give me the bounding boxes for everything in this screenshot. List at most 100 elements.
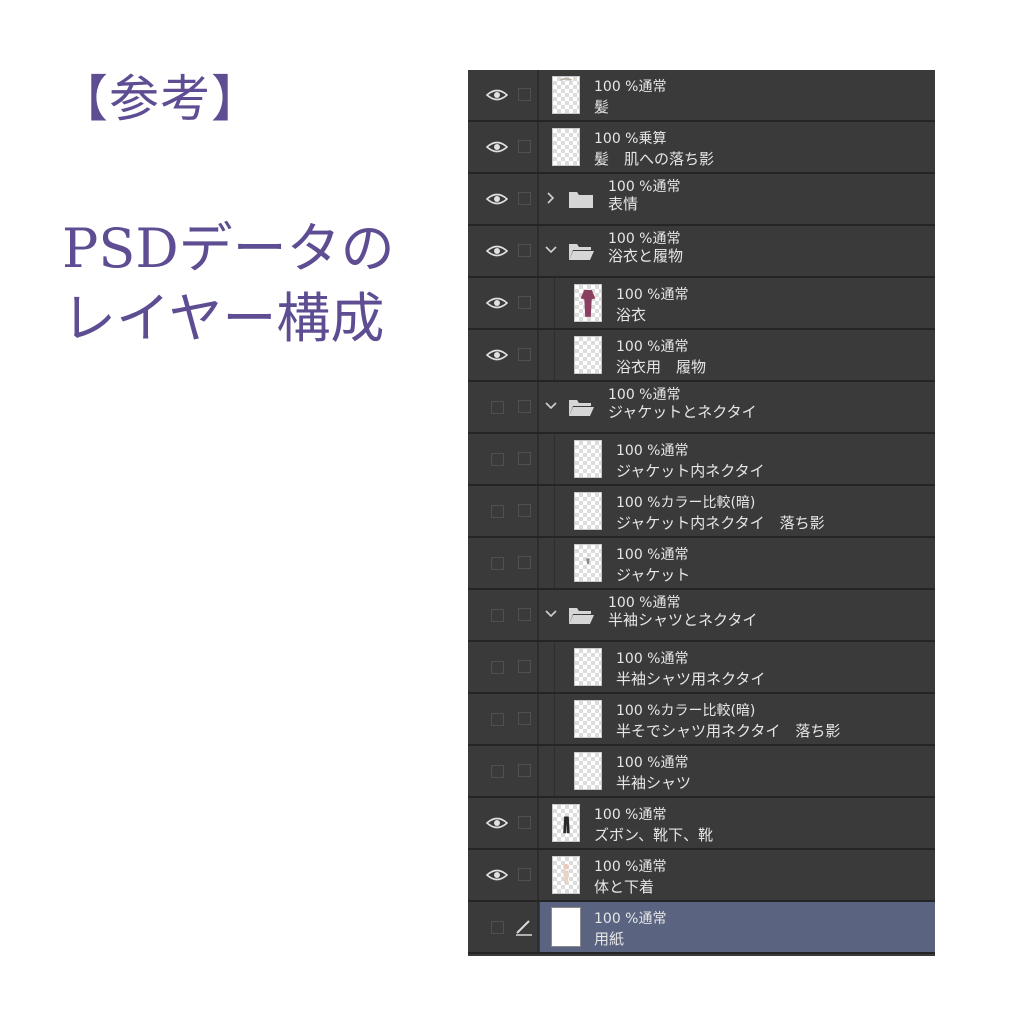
hidden-checkbox[interactable] [490,504,504,518]
layer-content[interactable]: 100 %乗算髪 肌への落ち影 [540,122,935,172]
reference-heading: 【参考】 [58,70,262,128]
lock-checkbox[interactable] [518,348,531,361]
layer-content[interactable]: 100 %通常 半袖シャツ [540,746,935,796]
column-divider [537,122,539,172]
visibility-toggle[interactable] [480,382,514,432]
lock-checkbox[interactable] [518,764,531,777]
layer-thumbnail [574,440,602,478]
layer-content[interactable]: 100 %通常 浴衣 [540,278,935,328]
layer-thumbnail [574,752,602,790]
chevron-down-icon[interactable] [544,606,558,622]
lock-checkbox[interactable] [518,868,531,881]
layer-row[interactable]: 100 %通常 ズボン、靴下、靴 [468,798,935,850]
hidden-checkbox[interactable] [490,608,504,622]
column-divider [537,226,539,276]
layer-folder-row[interactable]: 100 %通常 半袖シャツとネクタイ [468,590,935,642]
column-divider [537,70,539,120]
hidden-checkbox[interactable] [490,764,504,778]
layer-blend-mode: 100 %通常 [594,807,667,823]
lock-checkbox[interactable] [518,556,531,569]
layer-content[interactable]: 100 %通常 浴衣用 履物 [540,330,935,380]
layer-content[interactable]: 100 %通常 表情 [540,174,935,224]
visibility-toggle[interactable] [480,798,514,848]
layer-row[interactable]: 100 %通常 用紙 [468,902,935,954]
layer-row[interactable]: 100 %通常 半袖シャツ [468,746,935,798]
layer-name: ジャケットとネクタイ [608,403,757,421]
title-line-1: PSDデータの [62,217,395,280]
visibility-toggle[interactable] [480,538,514,588]
visibility-toggle[interactable] [480,330,514,380]
visibility-toggle[interactable] [480,590,514,640]
layer-row[interactable]: 100 %通常 浴衣用 履物 [468,330,935,382]
layer-name: ジャケット内ネクタイ 落ち影 [616,514,825,532]
folder-thumbnail [568,604,594,626]
visibility-toggle[interactable] [480,174,514,224]
layer-row[interactable]: 100 %通常 ジャケット内ネクタイ [468,434,935,486]
visibility-toggle[interactable] [480,850,514,900]
visibility-toggle[interactable] [480,902,514,952]
visibility-toggle[interactable] [480,486,514,536]
layer-folder-row[interactable]: 100 %通常 表情 [468,174,935,226]
visibility-toggle[interactable] [480,226,514,276]
lock-checkbox[interactable] [518,88,531,101]
layer-row[interactable]: 100 %乗算髪 肌への落ち影 [468,122,935,174]
lock-checkbox[interactable] [518,452,531,465]
layer-row[interactable]: 100 %通常 浴衣 [468,278,935,330]
layer-row[interactable]: 100 %通常 半袖シャツ用ネクタイ [468,642,935,694]
hidden-checkbox[interactable] [490,400,504,414]
visibility-toggle[interactable] [480,278,514,328]
layer-content[interactable]: 100 %カラー比較(暗) ジャケット内ネクタイ 落ち影 [540,486,935,536]
layer-thumbnail [574,492,602,530]
layer-folder-row[interactable]: 100 %通常 浴衣と履物 [468,226,935,278]
hidden-checkbox[interactable] [490,712,504,726]
layer-content[interactable]: 100 %通常 ジャケット [540,538,935,588]
lock-checkbox[interactable] [518,712,531,725]
visibility-toggle[interactable] [480,70,514,120]
lock-checkbox[interactable] [518,400,531,413]
layer-row[interactable]: 100 %カラー比較(暗) 半そでシャツ用ネクタイ 落ち影 [468,694,935,746]
lock-checkbox[interactable] [518,504,531,517]
layer-row[interactable]: 100 %通常 体と下着 [468,850,935,902]
chevron-down-icon[interactable] [544,242,558,258]
layer-content[interactable]: 100 %通常 半袖シャツ用ネクタイ [540,642,935,692]
layer-blend-mode: 100 %通常 [616,755,689,771]
chevron-down-icon[interactable] [544,398,558,414]
hidden-checkbox[interactable] [490,660,504,674]
hidden-checkbox[interactable] [490,452,504,466]
hidden-checkbox[interactable] [490,556,504,570]
layer-content[interactable]: 100 %通常 ズボン、靴下、靴 [540,798,935,848]
layer-name: 半そでシャツ用ネクタイ 落ち影 [616,722,841,740]
layer-row[interactable]: 100 %通常髪 [468,70,935,122]
layer-name: 髪 肌への落ち影 [594,150,715,168]
layer-content[interactable]: 100 %通常 用紙 [540,902,935,952]
layer-content[interactable]: 100 %通常髪 [540,70,935,120]
visibility-toggle[interactable] [480,434,514,484]
hidden-checkbox[interactable] [490,920,504,934]
lock-checkbox[interactable] [518,816,531,829]
lock-checkbox[interactable] [518,608,531,621]
lock-checkbox[interactable] [518,244,531,257]
indent-divider [554,330,555,380]
layer-row[interactable]: 100 %通常 ジャケット [468,538,935,590]
layer-content[interactable]: 100 %通常 ジャケットとネクタイ [540,382,935,432]
visibility-toggle[interactable] [480,694,514,744]
visibility-toggle[interactable] [480,122,514,172]
layer-content[interactable]: 100 %通常 体と下着 [540,850,935,900]
layer-row[interactable]: 100 %カラー比較(暗) ジャケット内ネクタイ 落ち影 [468,486,935,538]
layer-content[interactable]: 100 %通常 半袖シャツとネクタイ [540,590,935,640]
folder-thumbnail [568,240,594,262]
layer-content[interactable]: 100 %カラー比較(暗) 半そでシャツ用ネクタイ 落ち影 [540,694,935,744]
lock-checkbox[interactable] [518,296,531,309]
layer-content[interactable]: 100 %通常 浴衣と履物 [540,226,935,276]
folder-open-icon [569,400,594,416]
layer-thumbnail [574,648,602,686]
layer-content[interactable]: 100 %通常 ジャケット内ネクタイ [540,434,935,484]
chevron-right-icon[interactable] [544,190,558,206]
lock-checkbox[interactable] [518,192,531,205]
folder-thumbnail [568,188,594,210]
visibility-toggle[interactable] [480,746,514,796]
lock-checkbox[interactable] [518,140,531,153]
visibility-toggle[interactable] [480,642,514,692]
layer-folder-row[interactable]: 100 %通常 ジャケットとネクタイ [468,382,935,434]
lock-checkbox[interactable] [518,660,531,673]
